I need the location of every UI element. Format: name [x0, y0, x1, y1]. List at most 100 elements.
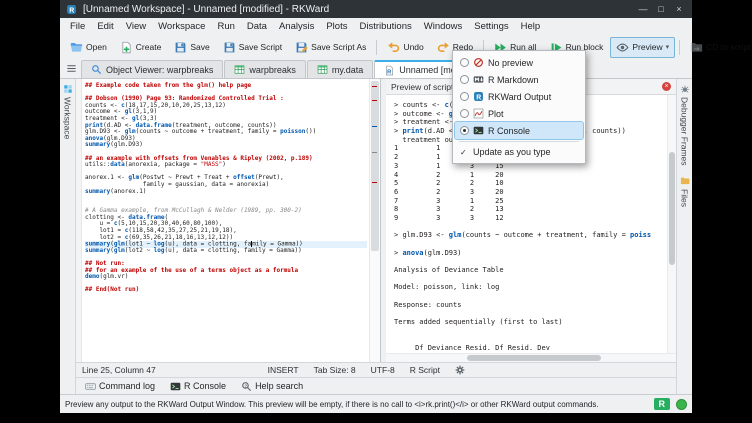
- menu-bar: FileEditViewWorkspaceRunDataAnalysisPlot…: [60, 18, 692, 35]
- dock-button-files[interactable]: Files: [680, 176, 690, 207]
- tab-list-icon[interactable]: [66, 63, 77, 74]
- console-line: Terms added sequentially (first to last): [394, 318, 667, 327]
- rkward-app-icon: R: [66, 4, 77, 15]
- editor-minimap-scrollbar[interactable]: [369, 79, 380, 362]
- menu-analysis[interactable]: Analysis: [273, 19, 320, 34]
- tab-size[interactable]: Tab Size: 8: [314, 365, 356, 375]
- editor-settings-icon[interactable]: [455, 365, 465, 375]
- toolview-help-search[interactable]: ?Help search: [235, 380, 309, 393]
- menu-help[interactable]: Help: [515, 19, 547, 34]
- preview-close-icon[interactable]: ×: [662, 82, 671, 91]
- title-bar[interactable]: R [Unnamed Workspace] - Unnamed [modifie…: [60, 0, 692, 18]
- preview-dropdown-menu: No preview R Markdown R RKWard Output PlotR …: [452, 50, 586, 164]
- files-icon: [680, 176, 690, 186]
- document-area: ## Example code taken from the glm() hel…: [76, 79, 676, 394]
- menu-plots[interactable]: Plots: [320, 19, 353, 34]
- console-line: 7 3 1 25: [394, 197, 667, 206]
- horizontal-scroll-thumb[interactable]: [467, 355, 600, 361]
- console-line: Df Deviance Resid. Df Resid. Dev: [394, 344, 667, 353]
- console-line: 4 2 1 20: [394, 171, 667, 180]
- editor-code[interactable]: ## Example code taken from the glm() hel…: [82, 79, 369, 362]
- r-engine-status[interactable]: R: [654, 398, 671, 410]
- svg-text:R: R: [476, 94, 481, 101]
- create-button[interactable]: Create: [114, 37, 168, 58]
- dock-button-workspace[interactable]: Workspace: [63, 84, 73, 139]
- preview-button[interactable]: Preview▾: [610, 37, 675, 58]
- cd-to-script-directory-label: CD to script directory: [706, 42, 752, 52]
- preview-menu-item-no-preview[interactable]: No preview: [455, 54, 583, 71]
- input-mode[interactable]: INSERT: [268, 365, 299, 375]
- dock-label-debugger-frames: Debugger Frames: [680, 97, 690, 166]
- console-line: > anova(glm.D93): [394, 249, 667, 258]
- code-line: [85, 195, 367, 202]
- check-icon: ✓: [460, 148, 469, 157]
- menu-item-label: No preview: [488, 58, 533, 68]
- menu-file[interactable]: File: [64, 19, 91, 34]
- menu-run[interactable]: Run: [211, 19, 240, 34]
- tab-label: my.data: [332, 65, 363, 75]
- menu-windows[interactable]: Windows: [418, 19, 469, 34]
- vertical-scroll-thumb[interactable]: [669, 152, 675, 266]
- menu-edit[interactable]: Edit: [91, 19, 119, 34]
- save-button[interactable]: Save: [168, 37, 215, 58]
- dock-button-debugger-frames[interactable]: Debugger Frames: [680, 84, 690, 166]
- menu-data[interactable]: Data: [241, 19, 273, 34]
- console-line: Analysis of Deviance Table: [394, 266, 667, 275]
- toolview-r-console[interactable]: R Console: [164, 380, 232, 393]
- rkward-icon: R: [473, 91, 484, 102]
- script-editor[interactable]: ## Example code taken from the glm() hel…: [76, 79, 381, 362]
- save-script-as-icon: [295, 41, 308, 54]
- console-line: [394, 292, 667, 301]
- undo-button[interactable]: Undo: [381, 37, 429, 58]
- console-line: [394, 257, 667, 266]
- console-line: 8 3 2 13: [394, 205, 667, 214]
- preview-menu-item-r-console[interactable]: R Console: [455, 122, 583, 139]
- code-line: summary(anorex.1): [85, 189, 367, 196]
- console-horizontal-scrollbar[interactable]: [386, 353, 676, 362]
- save-script-button[interactable]: Save Script: [217, 37, 288, 58]
- menu-distributions[interactable]: Distributions: [353, 19, 417, 34]
- toolbar-separator: [679, 40, 680, 55]
- preview-icon: [616, 41, 629, 54]
- markdown-icon: [473, 74, 484, 85]
- maximize-button[interactable]: □: [654, 4, 668, 14]
- tab-warpbreaks[interactable]: warpbreaks: [224, 60, 306, 78]
- main-toolbar: OpenCreateSaveSave ScriptSave Script As U…: [60, 35, 692, 59]
- undo-icon: [387, 41, 400, 54]
- syntax-mode[interactable]: R Script: [410, 365, 440, 375]
- console-line: [394, 275, 667, 284]
- open-button[interactable]: Open: [64, 37, 113, 58]
- toolbar-separator: [376, 40, 377, 55]
- rkward-window: R [Unnamed Workspace] - Unnamed [modifie…: [60, 0, 692, 413]
- preview-menu-item-update-as-you-type[interactable]: ✓Update as you type: [455, 144, 583, 160]
- console-line: Response: counts: [394, 301, 667, 310]
- console-line: [394, 223, 667, 232]
- tab-object-viewer-warpbreaks[interactable]: Object Viewer: warpbreaks: [81, 60, 223, 78]
- close-button[interactable]: ×: [672, 4, 686, 14]
- save-script-as-button[interactable]: Save Script As: [289, 37, 372, 58]
- r-console-icon: [170, 381, 181, 392]
- menu-workspace[interactable]: Workspace: [152, 19, 211, 34]
- minimap-thumb[interactable]: [371, 81, 379, 251]
- encoding[interactable]: UTF-8: [371, 365, 395, 375]
- toolview-command-log[interactable]: Command log: [79, 380, 161, 393]
- menu-view[interactable]: View: [120, 19, 152, 34]
- cursor-position[interactable]: Line 25, Column 47: [82, 365, 156, 375]
- menu-settings[interactable]: Settings: [468, 19, 514, 34]
- tab-my-data[interactable]: my.data: [307, 60, 373, 78]
- menu-item-label: RKWard Output: [488, 92, 551, 102]
- dock-label-files: Files: [680, 189, 690, 207]
- preview-menu-item-rkward-output[interactable]: R RKWard Output: [455, 88, 583, 105]
- save-icon: [174, 41, 187, 54]
- console-vertical-scrollbar[interactable]: [667, 95, 676, 353]
- preview-menu-item-plot[interactable]: Plot: [455, 105, 583, 122]
- console-line: 9 3 3 12: [394, 214, 667, 223]
- minimap-marks: [372, 86, 377, 87]
- editor-preview-split: ## Example code taken from the glm() hel…: [76, 79, 676, 362]
- window-controls: — □ ×: [636, 4, 686, 14]
- radio-indicator: [460, 92, 469, 101]
- preview-menu-item-r-markdown[interactable]: R Markdown: [455, 71, 583, 88]
- minimize-button[interactable]: —: [636, 4, 650, 14]
- radio-indicator: [460, 109, 469, 118]
- console-line: 6 2 3 20: [394, 188, 667, 197]
